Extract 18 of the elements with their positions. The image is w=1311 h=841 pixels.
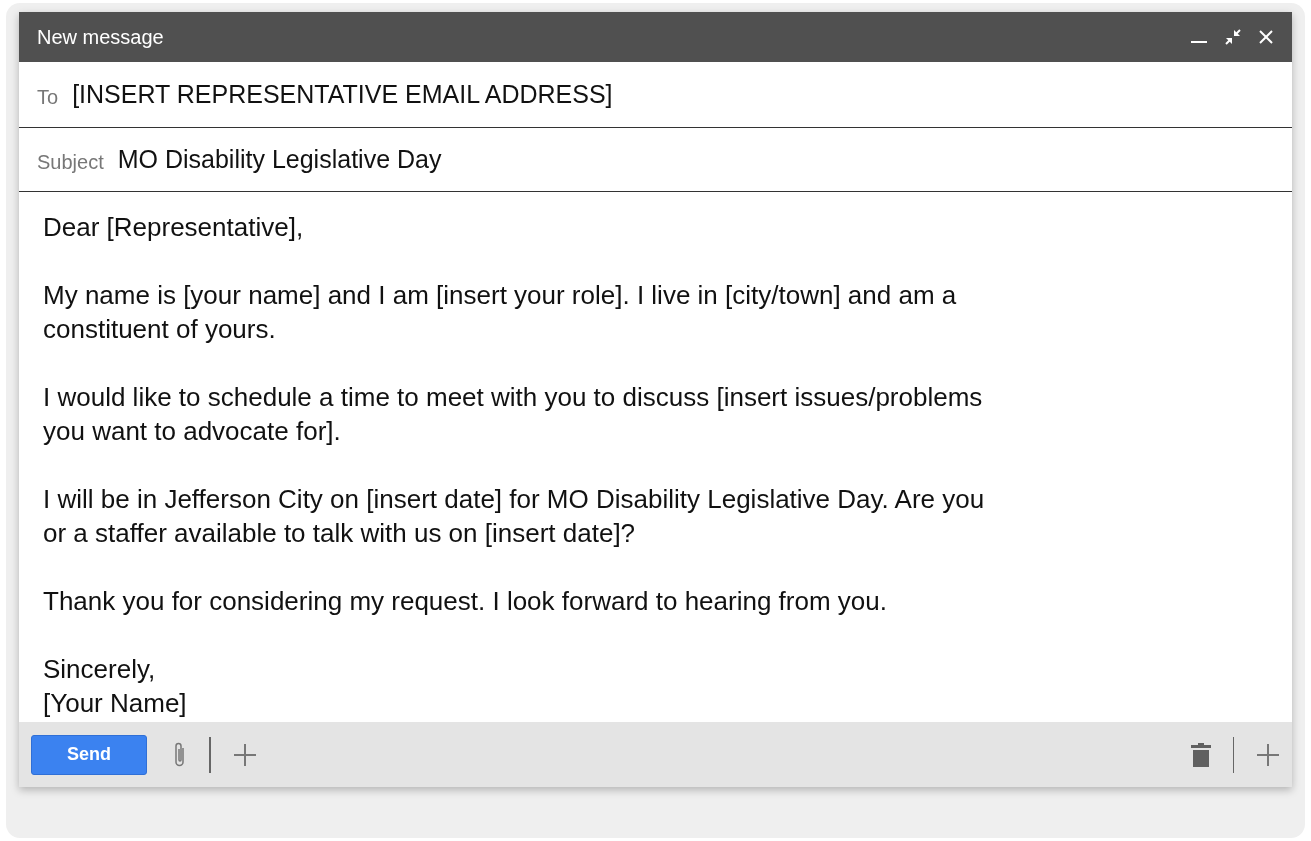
collapse-arrows-icon[interactable] — [1224, 28, 1242, 46]
plus-icon[interactable] — [232, 742, 257, 767]
body-paragraph: Dear [Representative], — [43, 211, 305, 244]
subject-field[interactable]: MO Disability Legislative Day — [117, 145, 442, 174]
trash-icon[interactable] — [1190, 742, 1211, 767]
body-paragraph: Sincerely, [Your Name] — [43, 653, 188, 720]
body-paragraph: I would like to schedule a time to meet with you to discuss [insert issues/problems you want to advocate for]. — [43, 381, 984, 448]
to-label: To — [37, 85, 59, 109]
recipient-field[interactable]: [INSERT REPRESENTATIVE EMAIL ADDRESS] — [72, 80, 613, 109]
body-paragraph: My name is [your name] and I am [insert your role]. I live in [city/town] and am a constituent of yours. — [43, 279, 958, 346]
window-title: New message — [37, 25, 165, 49]
body-paragraph: Thank you for considering my request. I look forward to hearing from you. — [43, 585, 888, 618]
close-icon[interactable] — [1258, 29, 1274, 45]
subject-label: Subject — [37, 150, 104, 174]
send-button[interactable]: Send — [31, 734, 147, 775]
plus-icon[interactable] — [1256, 742, 1280, 767]
body-paragraph: I will be in Jefferson City on [insert date] for MO Disability Legislative Day. Are you or a staffer available to talk with us on [insert date]? — [43, 483, 986, 550]
paperclip-icon[interactable] — [173, 740, 187, 769]
